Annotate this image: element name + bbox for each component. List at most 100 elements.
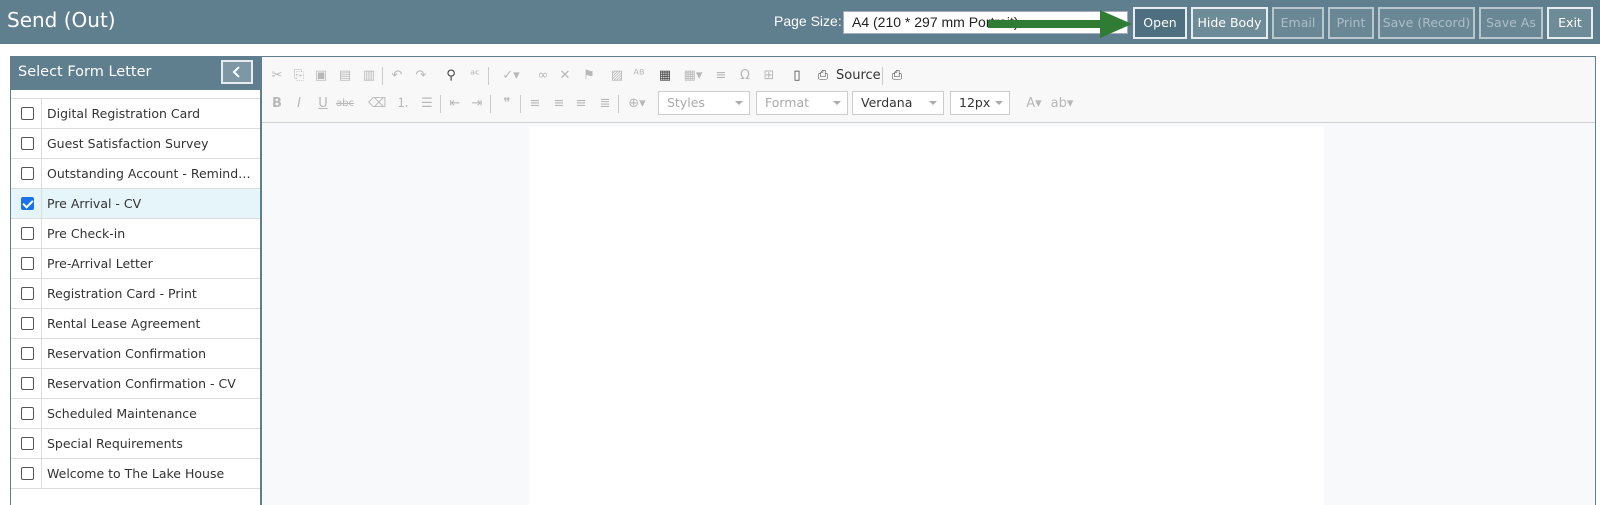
form-letter-item[interactable]: Reservation Confirmation - CV (11, 369, 260, 399)
cut-icon[interactable]: ✂ (268, 67, 286, 85)
chevron-left-icon (232, 66, 240, 78)
bold-icon[interactable]: B (268, 95, 286, 113)
form-letter-item[interactable]: Pre-Arrival Letter (11, 249, 260, 279)
source-button[interactable]: Source (836, 66, 881, 86)
copy-icon[interactable]: ⎘ (290, 67, 308, 85)
spellcheck-icon[interactable]: ✓▾ (498, 67, 524, 85)
exit-button[interactable]: Exit (1547, 7, 1593, 39)
special-char-icon[interactable]: Ω (736, 67, 754, 85)
form-letter-item[interactable]: Outstanding Account - Reminder N... (11, 159, 260, 189)
form-letter-item[interactable]: Special Requirements (11, 429, 260, 459)
align-right-icon[interactable]: ≡ (572, 95, 590, 113)
save-record-button[interactable]: Save (Record) (1378, 7, 1475, 39)
outdent-icon[interactable]: ⇤ (446, 95, 464, 113)
form-letter-checkbox[interactable] (21, 137, 34, 150)
email-button[interactable]: Email (1272, 7, 1324, 39)
align-center-icon[interactable]: ≡ (550, 95, 568, 113)
font-size-dropdown[interactable]: 12px (950, 91, 1010, 115)
page-break-icon[interactable]: ⊞ (760, 67, 778, 85)
form-letter-checkbox[interactable] (21, 257, 34, 270)
form-letter-item[interactable]: Registration Card - Print (11, 279, 260, 309)
form-letter-checkbox[interactable] (21, 287, 34, 300)
form-letter-checkbox[interactable] (21, 317, 34, 330)
panel-header: Select Form Letter (11, 57, 260, 90)
redo-icon[interactable]: ↷ (412, 67, 430, 85)
styles-dropdown[interactable]: Styles (658, 91, 750, 115)
form-letter-checkbox[interactable] (21, 197, 34, 210)
text-color-icon[interactable]: A▾ (1022, 95, 1046, 113)
horizontal-rule-icon[interactable]: ≡ (712, 67, 730, 85)
blockquote-icon[interactable]: ❞ (498, 95, 516, 113)
paste-text-icon[interactable]: ▤ (336, 67, 354, 85)
iframe-icon[interactable]: ▯ (788, 67, 806, 85)
checkbox-cell (11, 219, 42, 248)
form-letter-item[interactable]: Scheduled Maintenance (11, 399, 260, 429)
form-letter-checkbox[interactable] (21, 227, 34, 240)
form-letter-checkbox[interactable] (21, 167, 34, 180)
hide-body-button[interactable]: Hide Body (1191, 7, 1268, 39)
insert-image-icon[interactable]: ▦ (656, 67, 674, 85)
find-icon[interactable]: ⚲ (442, 67, 460, 85)
print-button[interactable]: Print (1328, 7, 1374, 39)
checkbox-cell (11, 369, 42, 398)
form-letter-label: Registration Card - Print (47, 286, 197, 301)
indent-icon[interactable]: ⇥ (468, 95, 486, 113)
print-icon[interactable]: ⎙ (888, 67, 906, 85)
align-left-icon[interactable]: ≡ (526, 95, 544, 113)
caret-down-icon (735, 101, 743, 105)
form-letter-checkbox[interactable] (21, 377, 34, 390)
font-size-value: 12px (959, 95, 991, 110)
checkbox-cell (11, 249, 42, 278)
form-letter-item[interactable]: Pre Arrival - CV (11, 189, 260, 219)
form-letter-panel: Select Form Letter Digital Registration … (10, 56, 261, 505)
open-button[interactable]: Open (1133, 7, 1187, 39)
undo-icon[interactable]: ↶ (388, 67, 406, 85)
save-as-button[interactable]: Save As (1479, 7, 1543, 39)
document-page[interactable] (529, 127, 1324, 505)
pointer-arrow-icon (988, 10, 1132, 38)
format-dropdown[interactable]: Format (756, 91, 848, 115)
form-letter-label: Scheduled Maintenance (47, 406, 197, 421)
language-icon[interactable]: ⊕▾ (624, 95, 650, 113)
toolbar-divider (882, 67, 883, 85)
form-letter-label: Pre Arrival - CV (47, 196, 142, 211)
form-letter-item[interactable]: Guest Satisfaction Survey (11, 129, 260, 159)
form-letter-item[interactable]: Reservation Confirmation (11, 339, 260, 369)
form-letter-label: Outstanding Account - Reminder N... (47, 166, 257, 181)
checkbox-cell (11, 399, 42, 428)
link-icon[interactable]: ∞ (534, 67, 552, 85)
form-letter-label: Guest Satisfaction Survey (47, 136, 209, 151)
remove-format-icon[interactable]: ⌫ (368, 95, 386, 113)
background-color-icon[interactable]: ab▾ (1050, 95, 1074, 113)
align-justify-icon[interactable]: ≣ (596, 95, 614, 113)
bulleted-list-icon[interactable]: ☰ (418, 95, 436, 113)
numbered-list-icon[interactable]: ⒈ (394, 95, 412, 113)
checkbox-cell (11, 129, 42, 158)
table-icon[interactable]: ▦▾ (680, 67, 706, 85)
image-icon[interactable]: ▨ (608, 67, 626, 85)
form-letter-checkbox[interactable] (21, 347, 34, 360)
form-letter-list: Digital Registration Card Guest Satisfact… (11, 98, 260, 489)
paste-word-icon[interactable]: ▥ (360, 67, 378, 85)
replace-icon[interactable]: ᵃᶜ (466, 67, 484, 85)
paste-icon[interactable]: ▣ (312, 67, 330, 85)
form-letter-checkbox[interactable] (21, 437, 34, 450)
collapse-panel-button[interactable] (221, 60, 253, 84)
italic-icon[interactable]: I (290, 95, 308, 113)
form-letter-item[interactable]: Pre Check-in (11, 219, 260, 249)
form-letter-item[interactable]: Digital Registration Card (11, 99, 260, 129)
form-letter-item[interactable]: Rental Lease Agreement (11, 309, 260, 339)
form-letter-checkbox[interactable] (21, 467, 34, 480)
form-letter-item[interactable]: Welcome to The Lake House (11, 459, 260, 489)
font-dropdown[interactable]: Verdana (852, 91, 944, 115)
underline-icon[interactable]: U (314, 95, 332, 113)
strikethrough-icon[interactable]: abc (336, 95, 354, 113)
form-letter-checkbox[interactable] (21, 407, 34, 420)
anchor-flag-icon[interactable]: ⚑ (580, 67, 598, 85)
unlink-icon[interactable]: ✕ (556, 67, 574, 85)
font-value: Verdana (861, 95, 913, 110)
form-letter-checkbox[interactable] (21, 107, 34, 120)
source-icon[interactable]: ⎙ (814, 67, 832, 85)
special-format-icon[interactable]: ᴬᴮ (630, 67, 648, 85)
caret-down-icon (833, 101, 841, 105)
